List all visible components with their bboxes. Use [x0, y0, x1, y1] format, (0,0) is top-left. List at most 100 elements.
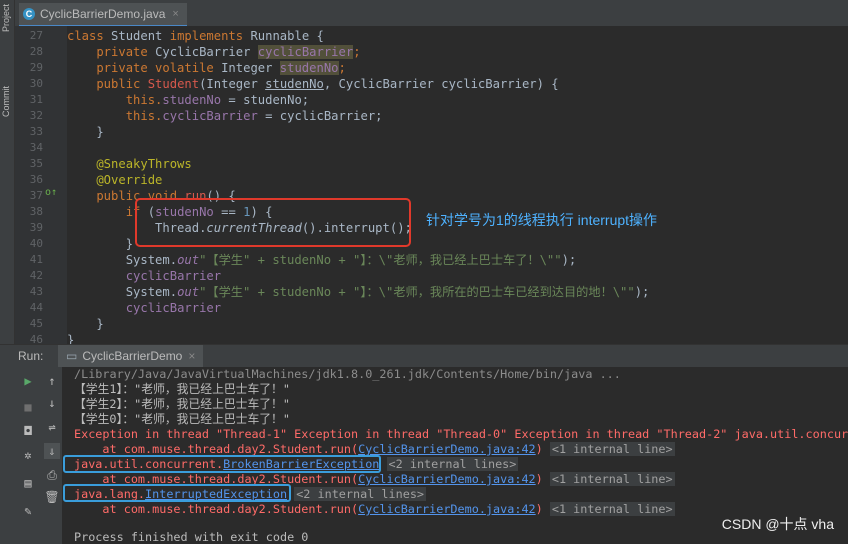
- exception-highlight-box: [63, 484, 291, 502]
- arrow-up-icon[interactable]: ↑: [44, 373, 60, 389]
- editor-tab[interactable]: C CyclicBarrierDemo.java ×: [19, 3, 187, 28]
- line-number: 31: [29, 93, 43, 106]
- override-icon[interactable]: o↑: [45, 187, 57, 198]
- annotation-text: 针对学号为1的线程执行 interrupt操作: [426, 212, 658, 228]
- line-number: 43: [29, 285, 43, 298]
- code-editor[interactable]: class Student implements Runnable { priv…: [67, 26, 848, 344]
- code-token: ;: [338, 61, 346, 75]
- arrow-down-icon[interactable]: ↓: [44, 395, 60, 411]
- line-number: 36: [29, 173, 43, 186]
- code-token: private: [67, 45, 156, 59]
- stacktrace-link[interactable]: CyclicBarrierDemo.java:42: [358, 472, 536, 486]
- code-token: ;: [353, 45, 361, 59]
- code-token: public: [67, 77, 148, 91]
- folded-lines[interactable]: <2 internal lines>: [386, 457, 519, 471]
- code-token: System.: [67, 285, 178, 299]
- line-number: 42: [29, 269, 43, 282]
- code-token: CyclicBarrier: [155, 45, 258, 59]
- code-token: out: [177, 253, 200, 267]
- code-token: , CyclicBarrier cyclicBarrier) {: [323, 77, 559, 91]
- pin-icon[interactable]: ✎: [20, 503, 36, 519]
- code-line: @SneakyThrows: [67, 157, 192, 171]
- code-token: );: [634, 285, 650, 299]
- console-line: /Library/Java/JavaVirtualMachines/jdk1.8…: [74, 367, 621, 381]
- soft-wrap-icon[interactable]: ⇌: [44, 419, 60, 435]
- camera-icon[interactable]: ◘: [20, 423, 36, 439]
- line-number: 41: [29, 253, 43, 266]
- code-token: = studenNo;: [221, 93, 310, 107]
- console-token: at com.muse.thread.day2.Student.run(: [74, 502, 359, 516]
- run-tab-title: CyclicBarrierDemo: [82, 349, 183, 363]
- java-class-icon: C: [23, 8, 35, 20]
- close-icon[interactable]: ×: [172, 8, 178, 20]
- console-line: Process finished with exit code 0: [74, 530, 309, 544]
- debug-icon[interactable]: ✲: [20, 447, 36, 463]
- code-token: Integer: [221, 61, 280, 75]
- layout-icon[interactable]: ▤: [20, 475, 36, 491]
- stop-icon[interactable]: ■: [20, 399, 36, 415]
- code-token: cyclicBarrier: [125, 269, 222, 283]
- line-number: 34: [29, 141, 43, 154]
- folded-lines[interactable]: <2 internal lines>: [294, 487, 427, 501]
- code-token: cyclicBarrier: [125, 301, 222, 315]
- close-icon[interactable]: ×: [188, 349, 195, 363]
- code-token: out: [177, 285, 200, 299]
- console-line: Exception in thread "Thread-1" Exception…: [74, 427, 848, 441]
- code-token: cyclicBarrier: [162, 109, 258, 123]
- folded-lines[interactable]: <1 internal line>: [549, 502, 675, 516]
- code-token: private volatile: [67, 61, 222, 75]
- scroll-to-end-icon[interactable]: ⇓: [44, 443, 60, 459]
- code-line: }: [67, 125, 104, 139]
- print-icon[interactable]: ⎙: [44, 467, 60, 483]
- annotation-highlight-box: [135, 198, 411, 247]
- editor-tab-bar: C CyclicBarrierDemo.java ×: [15, 0, 848, 28]
- code-token: = cyclicBarrier;: [257, 109, 383, 123]
- code-token: Student: [111, 29, 170, 43]
- code-token: cyclicBarrier: [257, 45, 354, 59]
- stacktrace-link[interactable]: CyclicBarrierDemo.java:42: [358, 442, 536, 456]
- exception-highlight-box: [63, 455, 381, 473]
- console-token: at com.muse.thread.day2.Student.run(: [74, 442, 359, 456]
- watermark: CSDN @十点 vha: [721, 516, 834, 532]
- folded-lines[interactable]: <1 internal line>: [549, 472, 675, 486]
- line-number: 37: [29, 189, 43, 202]
- line-number: 27: [29, 29, 43, 42]
- line-number: 35: [29, 157, 43, 170]
- console-token: ): [535, 472, 543, 486]
- code-token: (Integer: [199, 77, 266, 91]
- line-number: 33: [29, 125, 43, 138]
- run-config-tab[interactable]: ▭ CyclicBarrierDemo ×: [58, 345, 204, 367]
- console-token: ): [535, 502, 543, 516]
- stacktrace-link[interactable]: CyclicBarrierDemo.java:42: [358, 502, 536, 516]
- line-number: 28: [29, 45, 43, 58]
- editor-tab-title: CyclicBarrierDemo.java: [40, 7, 166, 21]
- line-number: 38: [29, 205, 43, 218]
- code-token: "【学生" + studenNo + "】：\"老师，我所在的巴士车已经到达目的…: [199, 285, 635, 299]
- code-token: class: [67, 29, 112, 43]
- code-token: "【学生" + studenNo + "】：\"老师，我已经上巴士车了！\"": [199, 253, 562, 267]
- trash-icon[interactable]: 🗑: [44, 489, 60, 505]
- run-toolbar: ▶ ↑ ■ ↓ ◘ ⇌ ✲ ⇓ ⎙ ▤ 🗑 ✎: [0, 367, 62, 544]
- code-token: studenNo: [162, 93, 222, 107]
- console-token: ): [535, 442, 543, 456]
- code-line: @Override: [67, 173, 163, 187]
- folded-lines[interactable]: <1 internal line>: [549, 442, 675, 456]
- rerun-icon[interactable]: ▶: [20, 373, 36, 389]
- line-number: 30: [29, 77, 43, 90]
- console-line: 【学生0】："老师，我已经上巴士车了！": [74, 412, 290, 426]
- code-token: this.: [67, 109, 163, 123]
- project-tool-label[interactable]: Project: [1, 4, 11, 32]
- line-number: 40: [29, 237, 43, 250]
- code-token: System.: [67, 253, 178, 267]
- code-token: studenNo: [279, 61, 339, 75]
- line-number: 44: [29, 301, 43, 314]
- code-line: }: [67, 317, 104, 331]
- line-number: 45: [29, 317, 43, 330]
- line-number: 39: [29, 221, 43, 234]
- code-line: }: [67, 237, 134, 251]
- run-label: Run:: [18, 349, 44, 363]
- commit-tool-label[interactable]: Commit: [1, 86, 11, 117]
- console-icon: ▭: [66, 349, 78, 363]
